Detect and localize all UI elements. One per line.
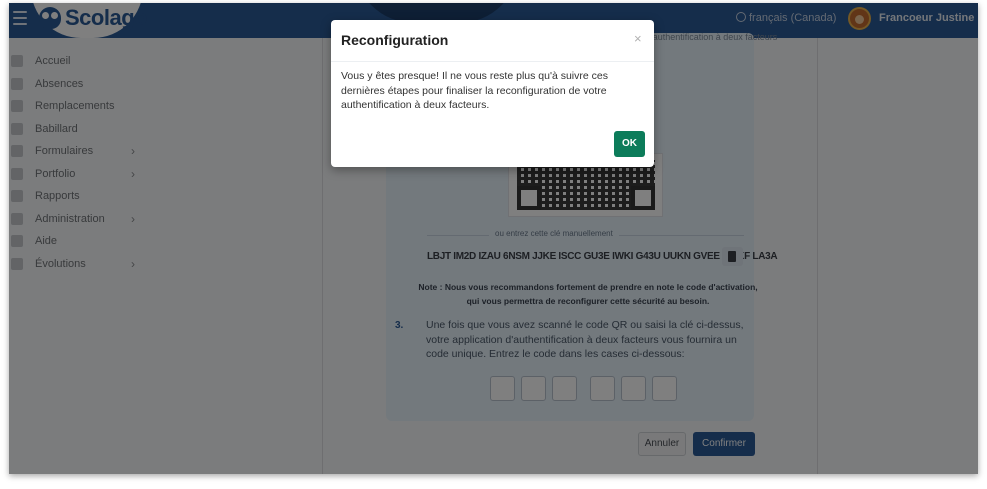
dialog-message: Vous y êtes presque! Il ne vous reste pl… [341, 70, 608, 111]
close-icon[interactable]: × [634, 31, 642, 46]
dialog-title: Reconfiguration [341, 32, 449, 48]
reconfiguration-dialog: Reconfiguration × Vous y êtes presque! I… [331, 20, 654, 167]
ok-button[interactable]: OK [614, 131, 645, 157]
divider [331, 61, 654, 62]
app-window: Scolago français (Canada) Francoeur Just… [9, 3, 978, 474]
